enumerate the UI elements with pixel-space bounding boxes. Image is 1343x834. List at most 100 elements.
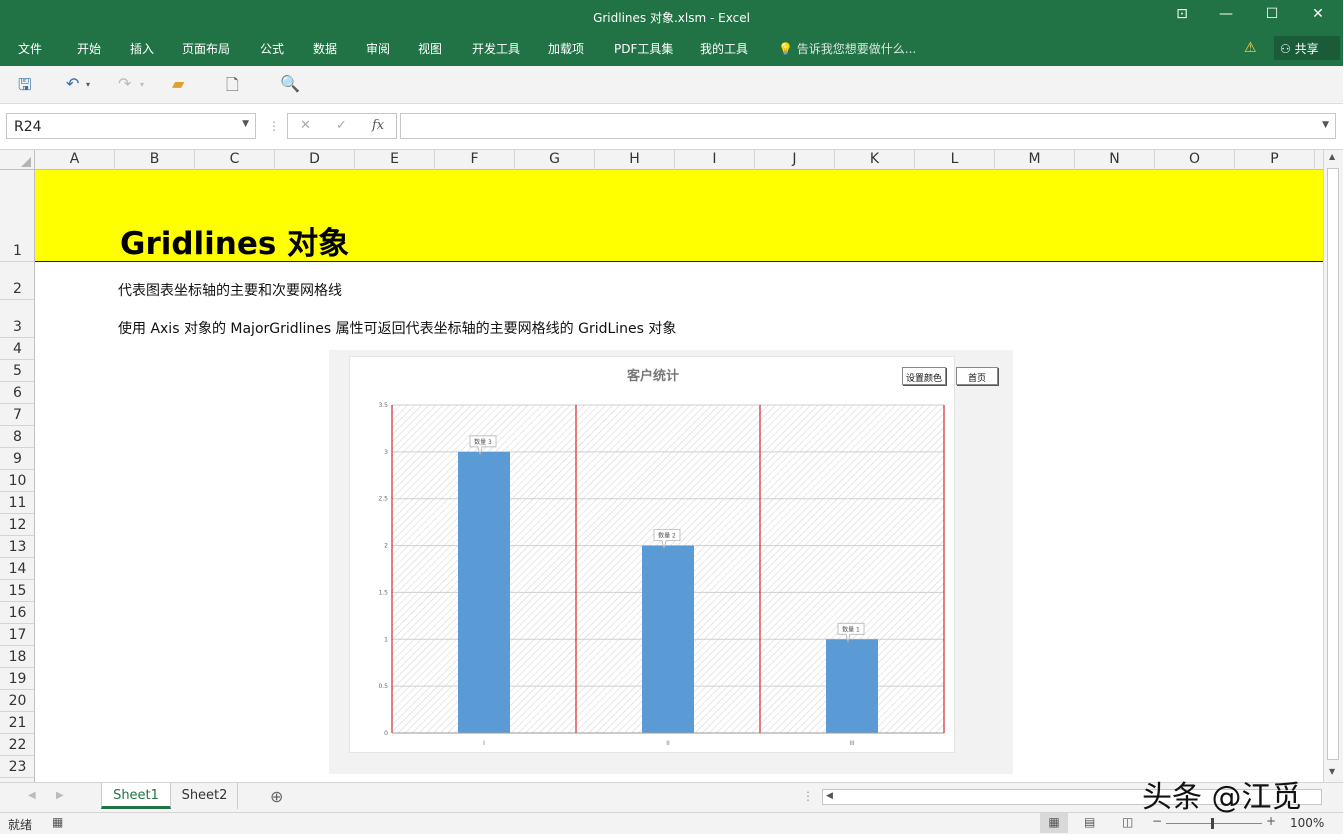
column-header-c[interactable]: C bbox=[195, 150, 275, 170]
normal-view-icon[interactable]: ▦ bbox=[1040, 813, 1068, 833]
tab-page-layout[interactable]: 页面布局 bbox=[182, 40, 230, 57]
close-button[interactable]: ✕ bbox=[1300, 6, 1336, 28]
cancel-icon[interactable]: ✕ bbox=[300, 118, 311, 133]
split-handle-icon[interactable]: ⋮ bbox=[802, 789, 814, 803]
row-header-16[interactable]: 16 bbox=[0, 602, 34, 624]
warning-icon[interactable]: ⚠ bbox=[1244, 40, 1257, 56]
worksheet-grid[interactable]: Gridlines 对象 代表图表坐标轴的主要和次要网格线 使用 Axis 对象… bbox=[35, 170, 1323, 782]
column-header-n[interactable]: N bbox=[1075, 150, 1155, 170]
print-preview-icon[interactable]: 🔍 bbox=[280, 74, 300, 93]
select-all-button[interactable] bbox=[0, 150, 35, 170]
zoom-in-button[interactable]: + bbox=[1266, 814, 1276, 828]
set-color-button[interactable]: 设置颜色 bbox=[902, 367, 946, 385]
enter-icon[interactable]: ✓ bbox=[336, 118, 347, 133]
insert-function-icon[interactable]: fx bbox=[372, 118, 384, 133]
column-header-b[interactable]: B bbox=[115, 150, 195, 170]
row-header-12[interactable]: 12 bbox=[0, 514, 34, 536]
zoom-slider-thumb[interactable] bbox=[1211, 818, 1214, 829]
ribbon-display-icon[interactable]: ⊡ bbox=[1164, 6, 1200, 28]
zoom-out-button[interactable]: − bbox=[1152, 814, 1162, 828]
tab-addins[interactable]: 加载项 bbox=[548, 40, 584, 57]
maximize-button[interactable]: ☐ bbox=[1254, 6, 1290, 28]
row-header-20[interactable]: 20 bbox=[0, 690, 34, 712]
row-header-14[interactable]: 14 bbox=[0, 558, 34, 580]
vertical-scrollbar[interactable]: ▲ ▼ bbox=[1323, 150, 1343, 782]
sheet-tab-sheet2[interactable]: Sheet2 bbox=[172, 783, 238, 809]
row-header-3[interactable]: 3 bbox=[0, 300, 34, 338]
column-header-p[interactable]: P bbox=[1235, 150, 1315, 170]
scroll-up-icon[interactable]: ▲ bbox=[1329, 152, 1335, 161]
column-header-j[interactable]: J bbox=[755, 150, 835, 170]
tell-me-search[interactable]: 💡 告诉我您想要做什么... bbox=[778, 40, 916, 57]
next-sheet-icon[interactable]: ▶ bbox=[56, 790, 64, 801]
prev-sheet-icon[interactable]: ◀ bbox=[28, 790, 36, 801]
redo-icon[interactable]: ↷ bbox=[118, 74, 131, 93]
row-header-10[interactable]: 10 bbox=[0, 470, 34, 492]
row-header-2[interactable]: 2 bbox=[0, 262, 34, 300]
column-header-e[interactable]: E bbox=[355, 150, 435, 170]
row-header-22[interactable]: 22 bbox=[0, 734, 34, 756]
chevron-down-icon[interactable]: ▼ bbox=[242, 119, 249, 129]
tab-my-tools[interactable]: 我的工具 bbox=[700, 40, 748, 57]
page-break-view-icon[interactable]: ◫ bbox=[1122, 815, 1133, 829]
tab-insert[interactable]: 插入 bbox=[130, 40, 154, 57]
zoom-slider[interactable] bbox=[1166, 823, 1262, 824]
row-header-15[interactable]: 15 bbox=[0, 580, 34, 602]
scroll-left-icon[interactable]: ◀ bbox=[826, 791, 833, 801]
tab-review[interactable]: 审阅 bbox=[366, 40, 390, 57]
row-header-18[interactable]: 18 bbox=[0, 646, 34, 668]
minimize-button[interactable]: — bbox=[1208, 6, 1244, 28]
column-header-m[interactable]: M bbox=[995, 150, 1075, 170]
column-header-l[interactable]: L bbox=[915, 150, 995, 170]
scroll-down-icon[interactable]: ▼ bbox=[1329, 767, 1335, 776]
row-header-19[interactable]: 19 bbox=[0, 668, 34, 690]
drag-handle-icon[interactable]: ⋮ bbox=[268, 119, 280, 133]
row-header-1[interactable]: 1 bbox=[0, 170, 34, 262]
column-header-k[interactable]: K bbox=[835, 150, 915, 170]
macro-record-icon[interactable]: ▦ bbox=[52, 815, 63, 829]
tab-home[interactable]: 开始 bbox=[77, 40, 101, 57]
zoom-level[interactable]: 100% bbox=[1290, 816, 1324, 830]
row-header-11[interactable]: 11 bbox=[0, 492, 34, 514]
expand-formula-icon[interactable]: ▼ bbox=[1322, 120, 1329, 130]
share-button[interactable]: ⚇ 共享 bbox=[1274, 36, 1340, 60]
y-tick-label: 2.5 bbox=[378, 496, 388, 503]
tab-formulas[interactable]: 公式 bbox=[260, 40, 284, 57]
redo-dropdown-icon[interactable]: ▾ bbox=[140, 80, 144, 89]
sheet-tab-sheet1[interactable]: Sheet1 bbox=[101, 783, 171, 809]
page-layout-view-icon[interactable]: ▤ bbox=[1084, 815, 1095, 829]
tab-pdf-tools[interactable]: PDF工具集 bbox=[614, 40, 673, 57]
row-header-23[interactable]: 23 bbox=[0, 756, 34, 778]
row-header-13[interactable]: 13 bbox=[0, 536, 34, 558]
column-header-g[interactable]: G bbox=[515, 150, 595, 170]
scroll-thumb[interactable] bbox=[1327, 168, 1339, 760]
tab-developer[interactable]: 开发工具 bbox=[472, 40, 520, 57]
column-header-f[interactable]: F bbox=[435, 150, 515, 170]
row-header-8[interactable]: 8 bbox=[0, 426, 34, 448]
row-header-21[interactable]: 21 bbox=[0, 712, 34, 734]
row-header-9[interactable]: 9 bbox=[0, 448, 34, 470]
column-header-h[interactable]: H bbox=[595, 150, 675, 170]
formula-input[interactable]: ▼ bbox=[400, 113, 1336, 139]
column-header-o[interactable]: O bbox=[1155, 150, 1235, 170]
name-box[interactable]: R24 ▼ bbox=[6, 113, 256, 139]
row-header-4[interactable]: 4 bbox=[0, 338, 34, 360]
open-folder-icon[interactable]: ▰ bbox=[172, 74, 184, 93]
home-button[interactable]: 首页 bbox=[956, 367, 998, 385]
row-header-17[interactable]: 17 bbox=[0, 624, 34, 646]
undo-icon[interactable]: ↶ bbox=[66, 74, 79, 93]
tab-view[interactable]: 视图 bbox=[418, 40, 442, 57]
row-header-7[interactable]: 7 bbox=[0, 404, 34, 426]
row-header-5[interactable]: 5 bbox=[0, 360, 34, 382]
chart-container[interactable]: 客户统计 设置颜色 首页 0 0.5 1 1.5 2 2.5 3 3.5 数量 3 I 数量 2 II… bbox=[329, 350, 1013, 774]
add-sheet-icon[interactable]: ⊕ bbox=[270, 787, 283, 806]
row-header-6[interactable]: 6 bbox=[0, 382, 34, 404]
new-document-icon[interactable]: 🗋 bbox=[226, 74, 239, 101]
tab-file[interactable]: 文件 bbox=[18, 40, 42, 57]
tab-data[interactable]: 数据 bbox=[313, 40, 337, 57]
save-icon[interactable]: 🖫 bbox=[18, 74, 32, 101]
column-header-a[interactable]: A bbox=[35, 150, 115, 170]
column-header-d[interactable]: D bbox=[275, 150, 355, 170]
column-header-i[interactable]: I bbox=[675, 150, 755, 170]
undo-dropdown-icon[interactable]: ▾ bbox=[86, 80, 90, 89]
